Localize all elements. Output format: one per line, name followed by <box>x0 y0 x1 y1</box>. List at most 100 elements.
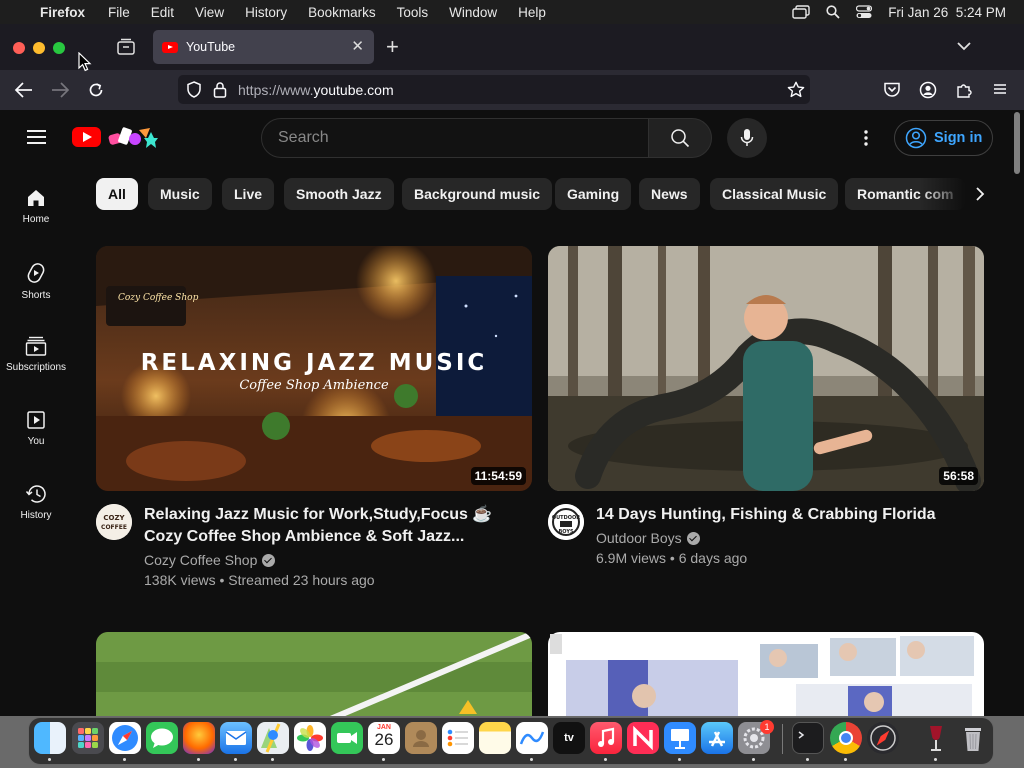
chip-all[interactable]: All <box>96 178 138 210</box>
reminders-icon[interactable] <box>442 722 474 754</box>
minimize-window-button[interactable] <box>33 42 45 54</box>
chrome-icon[interactable] <box>830 722 862 754</box>
microphone-icon <box>740 129 754 146</box>
photos-icon[interactable] <box>294 722 326 754</box>
dock-separator <box>782 724 783 754</box>
page-scrollbar[interactable] <box>1012 110 1022 716</box>
compass-app-icon[interactable] <box>867 722 899 754</box>
maps-icon[interactable] <box>257 722 289 754</box>
channel-avatar-2[interactable]: OUTDOOR BOYS <box>548 504 584 540</box>
video-title-1[interactable]: Relaxing Jazz Music for Work,Study,Focus… <box>144 504 524 548</box>
youtube-doodle-logo[interactable] <box>106 124 158 150</box>
trash-icon[interactable] <box>957 722 989 754</box>
close-tab-icon[interactable]: ✕ <box>351 39 364 54</box>
new-tab-button[interactable]: + <box>386 36 399 58</box>
safari-icon[interactable] <box>109 722 141 754</box>
menu-file[interactable]: File <box>108 5 130 20</box>
menu-history[interactable]: History <box>245 5 287 20</box>
menu-tools[interactable]: Tools <box>397 5 429 20</box>
chip-live[interactable]: Live <box>222 178 275 210</box>
tab-youtube[interactable]: YouTube ✕ <box>153 30 374 64</box>
extensions-puzzle-icon[interactable] <box>955 81 973 99</box>
sidebar-item-home[interactable]: Home <box>0 188 72 225</box>
firefox-dock-icon[interactable] <box>183 722 215 754</box>
url-prefix: https://www. <box>238 81 314 98</box>
back-arrow-icon[interactable] <box>14 81 34 99</box>
calendar-icon[interactable]: JAN 26 <box>368 722 400 754</box>
menu-bookmarks[interactable]: Bookmarks <box>308 5 376 20</box>
address-bar[interactable]: https://www. youtube.com <box>178 75 810 104</box>
chevron-right-icon[interactable] <box>968 184 992 204</box>
chip-classical-music[interactable]: Classical Music <box>710 178 839 210</box>
menubar-clock[interactable]: Fri Jan 26 5:24 PM <box>888 5 1006 20</box>
messages-icon[interactable] <box>146 722 178 754</box>
close-window-button[interactable] <box>13 42 25 54</box>
facetime-icon[interactable] <box>331 722 363 754</box>
chip-music[interactable]: Music <box>148 178 212 210</box>
scrollbar-thumb[interactable] <box>1014 112 1020 174</box>
video-card-4[interactable] <box>548 632 984 716</box>
video-card-1[interactable]: Cozy Coffee Shop RELAXING JAZZ MUSIC Cof… <box>96 246 532 596</box>
app-menu-hamburger-icon[interactable] <box>992 81 1008 97</box>
menu-view[interactable]: View <box>195 5 224 20</box>
voice-search-button[interactable] <box>727 118 767 158</box>
wine-app-icon[interactable] <box>920 722 952 754</box>
mail-icon[interactable] <box>220 722 252 754</box>
news-icon[interactable] <box>627 722 659 754</box>
chip-gaming[interactable]: Gaming <box>555 178 632 210</box>
soccer-field-thumbnail-image[interactable] <box>96 631 534 716</box>
sidebar-item-you[interactable]: You <box>0 410 72 447</box>
menu-help[interactable]: Help <box>518 5 546 20</box>
search-button[interactable] <box>648 118 712 158</box>
account-icon[interactable] <box>919 81 937 99</box>
terminal-icon[interactable] <box>792 722 824 754</box>
apple-tv-icon[interactable]: tv <box>553 722 585 754</box>
video-title-2[interactable]: 14 Days Hunting, Fishing & Crabbing Flor… <box>596 504 976 526</box>
guide-menu-icon[interactable] <box>27 130 46 144</box>
channel-name-1[interactable]: Cozy Coffee Shop <box>144 552 276 568</box>
sidebar-item-shorts[interactable]: Shorts <box>0 262 72 301</box>
pocket-icon[interactable] <box>883 81 901 98</box>
sign-in-button[interactable]: Sign in <box>894 120 993 156</box>
spotlight-search-icon[interactable] <box>826 5 840 19</box>
menu-window[interactable]: Window <box>449 5 497 20</box>
finder-icon[interactable] <box>34 722 66 754</box>
chip-news[interactable]: News <box>639 178 700 210</box>
channel-name-2[interactable]: Outdoor Boys <box>596 530 700 546</box>
lock-icon[interactable] <box>212 81 228 98</box>
freeform-icon[interactable] <box>516 722 548 754</box>
youtube-logo-icon[interactable] <box>72 127 101 147</box>
video-title-1-line2: Cozy Coffee Shop Ambience & Soft Jazz... <box>144 528 465 545</box>
music-icon[interactable] <box>590 722 622 754</box>
video-card-2[interactable]: 56:58 OUTDOOR BOYS 14 Days Hunting, Fishi… <box>548 246 984 596</box>
keynote-icon[interactable] <box>664 722 696 754</box>
verified-badge-icon <box>686 531 700 545</box>
settings-kebab-icon[interactable] <box>864 130 868 146</box>
video-thumbnail-2[interactable]: 56:58 <box>548 246 984 491</box>
chip-smooth-jazz[interactable]: Smooth Jazz <box>284 178 394 210</box>
channel-avatar-1[interactable]: COZY COFFEE <box>96 504 132 540</box>
sidebar-item-subscriptions[interactable]: Subscriptions <box>0 336 72 373</box>
forward-arrow-icon[interactable] <box>50 81 70 99</box>
video-call-thumbnail-image[interactable] <box>548 632 984 716</box>
video-card-3[interactable] <box>96 631 534 716</box>
notes-icon[interactable] <box>479 722 511 754</box>
launchpad-icon[interactable] <box>72 722 104 754</box>
chip-background-music[interactable]: Background music <box>402 178 553 210</box>
control-center-icon[interactable] <box>856 5 873 19</box>
menu-edit[interactable]: Edit <box>151 5 174 20</box>
screen-mirroring-icon[interactable] <box>792 5 810 19</box>
video-thumbnail-1[interactable]: Cozy Coffee Shop RELAXING JAZZ MUSIC Cof… <box>96 246 532 491</box>
menu-app-name[interactable]: Firefox <box>40 5 85 20</box>
search-input[interactable]: Search <box>261 118 649 158</box>
sidebar-item-history[interactable]: History <box>0 484 72 521</box>
reload-icon[interactable] <box>87 81 105 99</box>
app-store-icon[interactable] <box>701 722 733 754</box>
contacts-icon[interactable] <box>405 722 437 754</box>
list-all-tabs-icon[interactable] <box>956 40 972 52</box>
firefox-view-icon[interactable] <box>116 38 136 56</box>
tracking-protection-shield-icon[interactable] <box>186 81 202 98</box>
zoom-window-button[interactable] <box>53 42 65 54</box>
system-settings-icon[interactable]: 1 <box>738 720 774 754</box>
bookmark-star-icon[interactable] <box>787 81 805 98</box>
